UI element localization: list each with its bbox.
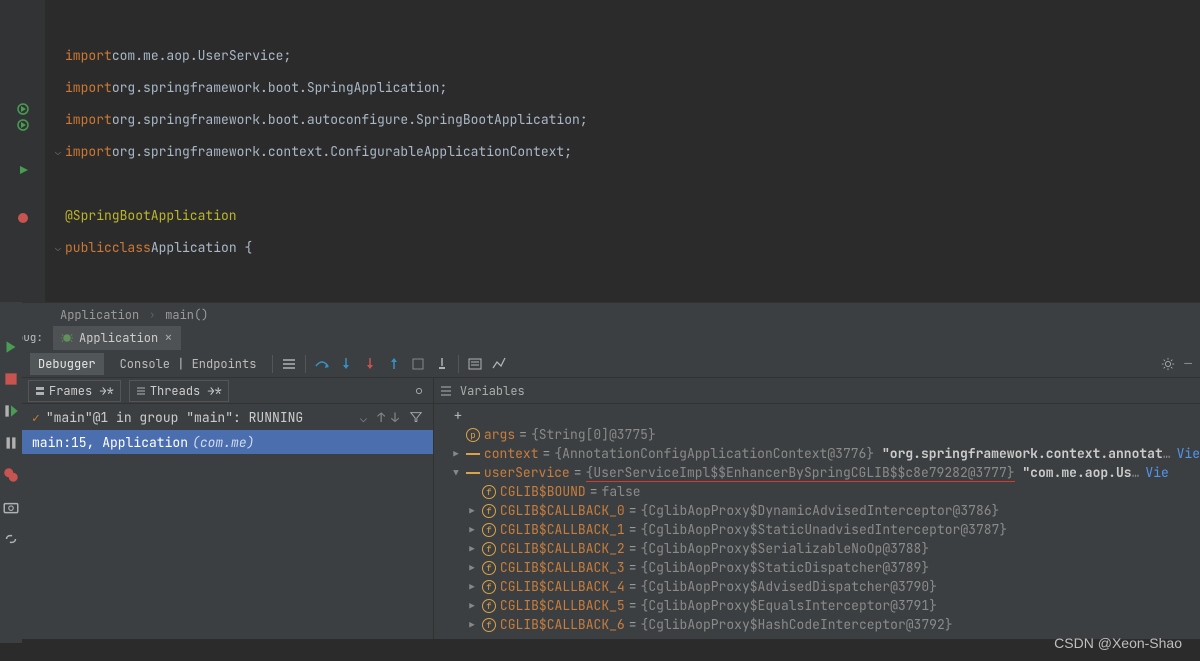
resume-icon[interactable] bbox=[2, 402, 20, 420]
next-frame-icon[interactable]: ↓ bbox=[391, 409, 399, 426]
expand-icon[interactable]: ▶ bbox=[466, 600, 478, 612]
evaluate-icon[interactable] bbox=[467, 356, 483, 372]
step-out-icon[interactable] bbox=[386, 356, 402, 372]
watermark: CSDN @Xeon-Shao bbox=[1054, 635, 1182, 651]
frames-dropdown[interactable]: Frames →* bbox=[28, 380, 121, 402]
debug-toolbar: Debugger Console | Endpoints — bbox=[22, 350, 1200, 378]
expand-icon[interactable]: ▶ bbox=[466, 619, 478, 631]
variables-pane: Variables + p args= {String[0]@3775} ▶ c… bbox=[434, 378, 1200, 639]
step-over-icon[interactable] bbox=[314, 356, 330, 372]
code-area[interactable]: import com.me.aop.UserService; import or… bbox=[45, 0, 1200, 302]
check-icon: ✓ bbox=[32, 409, 40, 426]
breadcrumb: Application › main() bbox=[0, 302, 1200, 326]
camera-icon[interactable] bbox=[2, 498, 20, 516]
debug-side-toolbar bbox=[0, 302, 22, 643]
var-cb0[interactable]: ▶fCGLIB$CALLBACK_0={CglibAopProxy$Dynami… bbox=[434, 501, 1200, 520]
breakpoints-icon[interactable] bbox=[2, 466, 20, 484]
stack-icon bbox=[35, 386, 45, 396]
expand-icon[interactable]: ▶ bbox=[466, 581, 478, 593]
var-args[interactable]: p args= {String[0]@3775} bbox=[434, 425, 1200, 444]
field-icon: f bbox=[482, 542, 496, 556]
prev-frame-icon[interactable]: ↑ bbox=[377, 409, 385, 426]
expand-icon[interactable]: ▶ bbox=[450, 448, 462, 460]
filter-icon[interactable] bbox=[409, 410, 423, 424]
step-into-icon[interactable] bbox=[338, 356, 354, 372]
var-plus-row[interactable]: + bbox=[434, 406, 1200, 425]
list-icon bbox=[136, 386, 146, 396]
field-icon: f bbox=[482, 618, 496, 632]
list-icon bbox=[440, 385, 452, 397]
view-link[interactable]: Vie bbox=[1177, 445, 1200, 462]
frames-header: Frames →* Threads →* bbox=[22, 378, 433, 404]
field-icon: f bbox=[482, 485, 496, 499]
stack-frame[interactable]: main:15, Application (com.me) bbox=[22, 430, 433, 454]
run-icon[interactable] bbox=[16, 102, 30, 116]
thread-label: "main"@1 in group "main": RUNNING bbox=[46, 409, 303, 426]
debug-tabbar: ebug: Application × bbox=[0, 326, 1200, 350]
field-icon: f bbox=[482, 523, 496, 537]
drop-frame-icon[interactable] bbox=[410, 356, 426, 372]
field-icon: f bbox=[482, 599, 496, 613]
gutter bbox=[0, 0, 45, 302]
frames-pane: Frames →* Threads →* ✓ "main"@1 in group… bbox=[22, 378, 434, 639]
var-userservice[interactable]: ▼ userService= {UserServiceImpl$$Enhance… bbox=[434, 463, 1200, 482]
var-cb1[interactable]: ▶fCGLIB$CALLBACK_1={CglibAopProxy$Static… bbox=[434, 520, 1200, 539]
run-to-cursor-icon[interactable] bbox=[434, 356, 450, 372]
var-cb4[interactable]: ▶fCGLIB$CALLBACK_4={CglibAopProxy$Advise… bbox=[434, 577, 1200, 596]
tab-console[interactable]: Console | Endpoints bbox=[112, 353, 265, 375]
breadcrumb-file[interactable]: Application bbox=[60, 307, 139, 323]
stop-icon[interactable] bbox=[2, 370, 20, 388]
breadcrumb-method[interactable]: main() bbox=[165, 307, 208, 323]
close-icon[interactable]: × bbox=[164, 329, 172, 347]
var-bound[interactable]: f CGLIB$BOUND= false bbox=[434, 482, 1200, 501]
expand-icon[interactable]: ▶ bbox=[466, 524, 478, 536]
param-icon: p bbox=[466, 428, 480, 442]
rerun-icon[interactable] bbox=[2, 338, 20, 356]
variables-header: Variables bbox=[434, 378, 1200, 404]
var-cb2[interactable]: ▶fCGLIB$CALLBACK_2={CglibAopProxy$Serial… bbox=[434, 539, 1200, 558]
var-icon bbox=[466, 453, 480, 455]
variables-tree[interactable]: + p args= {String[0]@3775} ▶ context= {A… bbox=[434, 404, 1200, 639]
pause-icon[interactable] bbox=[2, 434, 20, 452]
view-link[interactable]: Vie bbox=[1145, 464, 1168, 481]
trace-icon[interactable] bbox=[491, 356, 507, 372]
threads-icon[interactable] bbox=[281, 356, 297, 372]
expand-icon[interactable]: ▶ bbox=[466, 562, 478, 574]
expand-icon[interactable]: ▶ bbox=[466, 505, 478, 517]
var-icon bbox=[466, 472, 480, 474]
field-icon: f bbox=[482, 504, 496, 518]
tab-debugger[interactable]: Debugger bbox=[30, 353, 104, 375]
frame-label: main:15, Application bbox=[32, 434, 188, 451]
field-icon: f bbox=[482, 580, 496, 594]
frame-package: (com.me) bbox=[192, 434, 254, 451]
settings-icon[interactable] bbox=[411, 383, 427, 399]
breadcrumb-sep: › bbox=[149, 308, 155, 321]
threads-dropdown[interactable]: Threads →* bbox=[129, 380, 229, 402]
var-cb6[interactable]: ▶fCGLIB$CALLBACK_6={CglibAopProxy$HashCo… bbox=[434, 615, 1200, 634]
chevron-down-icon[interactable]: ⌵ bbox=[359, 409, 367, 426]
variables-label: Variables bbox=[460, 383, 525, 399]
link-icon[interactable] bbox=[2, 530, 20, 548]
plus-icon[interactable]: + bbox=[450, 407, 466, 425]
bug-icon bbox=[61, 332, 73, 344]
debug-run-tab-label: Application bbox=[79, 330, 158, 346]
code-editor[interactable]: import com.me.aop.UserService; import or… bbox=[0, 0, 1200, 302]
run-icon[interactable] bbox=[16, 118, 30, 132]
debug-run-tab[interactable]: Application × bbox=[53, 326, 181, 350]
run-gutter-icon[interactable] bbox=[16, 163, 30, 177]
breakpoint-icon[interactable] bbox=[16, 211, 30, 225]
var-cb5[interactable]: ▶fCGLIB$CALLBACK_5={CglibAopProxy$Equals… bbox=[434, 596, 1200, 615]
collapse-icon[interactable]: ▼ bbox=[450, 467, 462, 479]
var-context[interactable]: ▶ context= {AnnotationConfigApplicationC… bbox=[434, 444, 1200, 463]
force-step-into-icon[interactable] bbox=[362, 356, 378, 372]
var-cb3[interactable]: ▶fCGLIB$CALLBACK_3={CglibAopProxy$Static… bbox=[434, 558, 1200, 577]
expand-icon[interactable]: ▶ bbox=[466, 543, 478, 555]
settings-icon[interactable] bbox=[1160, 356, 1176, 372]
thread-row[interactable]: ✓ "main"@1 in group "main": RUNNING ⌵ ↑ … bbox=[22, 404, 433, 430]
field-icon: f bbox=[482, 561, 496, 575]
